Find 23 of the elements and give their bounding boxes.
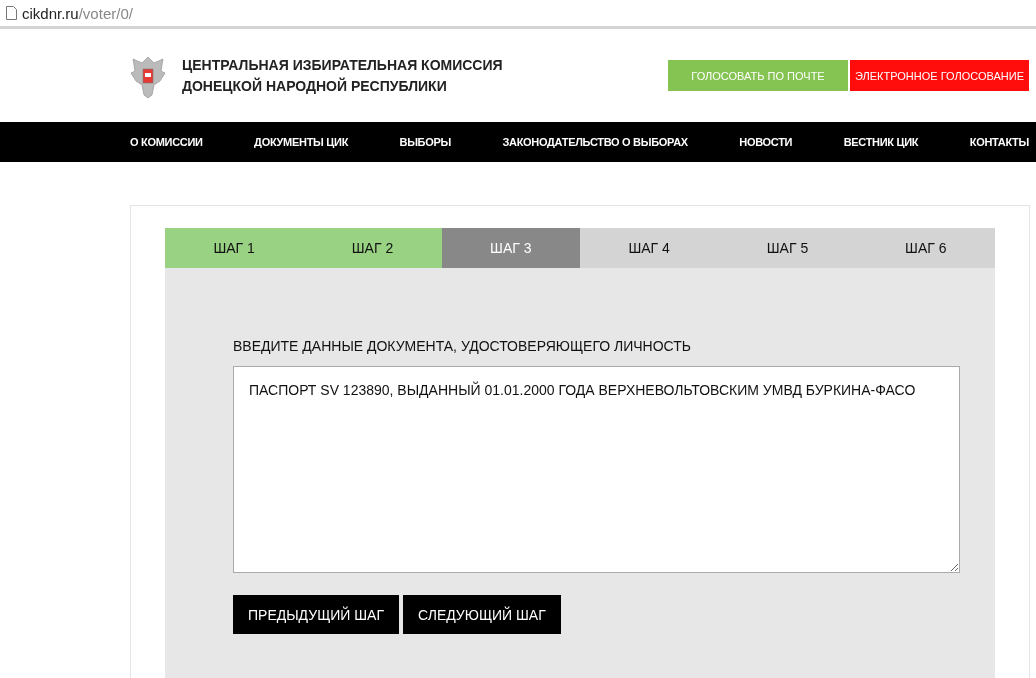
field-label: ВВЕДИТЕ ДАННЫЕ ДОКУМЕНТА, УДОСТОВЕРЯЮЩЕГО ЛИЧНОСТЬ — [233, 338, 692, 354]
nav-link[interactable]: КОНТАКТЫ — [969, 136, 1029, 148]
nav-link[interactable]: О КОМИССИИ — [130, 136, 203, 148]
nav-link[interactable]: ВЫБОРЫ — [399, 136, 451, 148]
nav-link[interactable]: ВЕСТНИК ЦИК — [843, 136, 919, 148]
url-path: /voter/0/ — [78, 4, 133, 22]
step-tab[interactable]: ШАГ 2 — [303, 228, 442, 268]
nav-link[interactable]: ДОКУМЕНТЫ ЦИК — [254, 136, 349, 148]
document-input-field[interactable]: ПАСПОРТ SV 123890, ВЫДАННЫЙ 01.01.2000 ГОДА ВЕРХНЕВОЛЬТОВСКИМ УМВД БУРКИНА-ФАСО — [233, 366, 960, 573]
nav-link[interactable]: НОВОСТИ — [739, 136, 793, 148]
step-tab[interactable]: ШАГ 3 — [441, 228, 580, 268]
commission-title: ЦЕНТРАЛЬНАЯ ИЗБИРАТЕЛЬНАЯ КОМИССИЯ — [182, 55, 504, 75]
step-tab[interactable]: ШАГ 1 — [165, 228, 304, 268]
nav-link[interactable]: ЗАКОНОДАТЕЛЬСТВО О ВЫБОРАХ — [502, 136, 688, 148]
step-tab[interactable]: ШАГ 5 — [718, 228, 857, 268]
url-domain: cikdnr.ru — [22, 4, 79, 22]
page-icon — [6, 6, 17, 20]
vote-button[interactable]: ЭЛЕКТРОННОЕ ГОЛОСОВАНИЕ — [850, 60, 1029, 91]
step-button[interactable]: ПРЕДЫДУЩИЙ ШАГ — [233, 595, 400, 634]
step-tab[interactable]: ШАГ 6 — [856, 228, 995, 268]
commission-title: ДОНЕЦКОЙ НАРОДНОЙ РЕСПУБЛИКИ — [182, 76, 448, 96]
step-button[interactable]: СЛЕДУЮЩИЙ ШАГ — [403, 595, 561, 634]
step-tab[interactable]: ШАГ 4 — [580, 228, 719, 268]
